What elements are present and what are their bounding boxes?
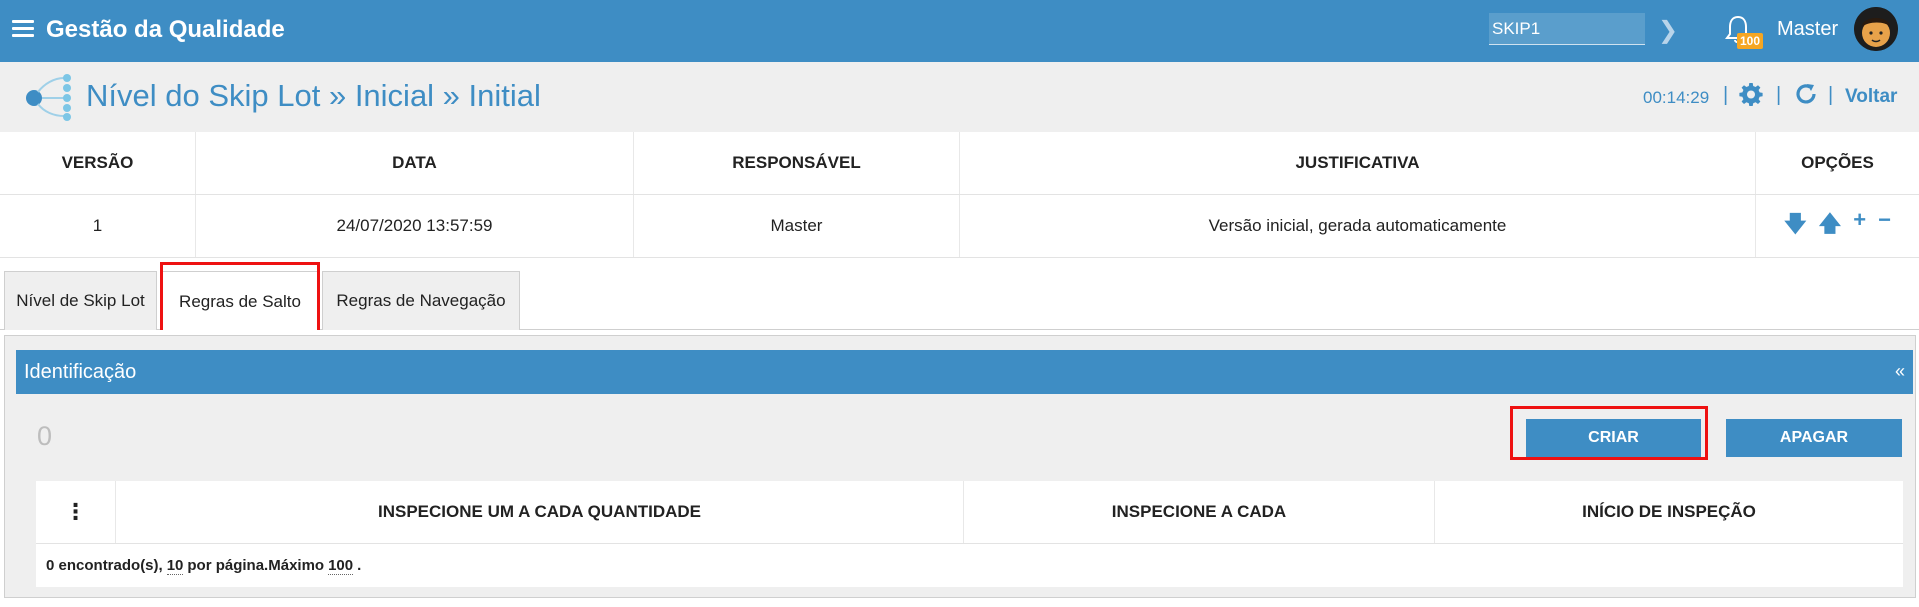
column-header[interactable]: INÍCIO DE INSPEÇÃO xyxy=(1435,481,1903,543)
column-header[interactable]: VERSÃO xyxy=(0,132,196,194)
column-header[interactable]: DATA xyxy=(196,132,634,194)
minus-icon[interactable]: − xyxy=(1878,207,1891,245)
app-title: Gestão da Qualidade xyxy=(46,16,285,43)
section-title: Identificação xyxy=(24,361,137,383)
per-page-label: por página.Máximo xyxy=(187,557,325,574)
arrow-up-icon[interactable]: 🡅 xyxy=(1819,207,1842,245)
responsible-cell: Master xyxy=(634,195,960,257)
found-count: 0 xyxy=(46,557,55,574)
highlight-box xyxy=(160,262,320,337)
skip-lot-logo-icon xyxy=(26,74,71,121)
found-label: encontrado(s), xyxy=(58,557,163,574)
delete-button[interactable]: APAGAR xyxy=(1726,419,1902,457)
refresh-icon[interactable] xyxy=(1794,82,1818,106)
column-header[interactable]: RESPONSÁVEL xyxy=(634,132,960,194)
divider: | xyxy=(1776,84,1782,106)
record-count: 0 xyxy=(37,421,53,451)
session-timer: 00:14:29 xyxy=(1643,88,1710,107)
tab-panel: Identificação « 0 CRIAR APAGAR ⋮ INSPECI… xyxy=(0,330,1919,607)
justification-cell: Versão inicial, gerada automaticamente xyxy=(960,195,1756,257)
highlight-box xyxy=(1510,406,1708,460)
kebab-menu-icon[interactable]: ⋮ xyxy=(36,481,116,543)
search-input[interactable] xyxy=(1489,13,1645,45)
page-header: Nível do Skip Lot » Inicial » Initial 00… xyxy=(0,62,1919,132)
panel-body: Identificação « 0 CRIAR APAGAR ⋮ INSPECI… xyxy=(4,335,1916,598)
arrow-down-icon[interactable]: 🡇 xyxy=(1784,207,1807,245)
menu-icon[interactable] xyxy=(12,20,34,38)
divider: | xyxy=(1723,84,1729,106)
table-header-row: VERSÃO DATA RESPONSÁVEL JUSTIFICATIVA OP… xyxy=(0,132,1919,195)
column-header[interactable]: INSPECIONE A CADA xyxy=(964,481,1435,543)
notification-badge: 100 xyxy=(1737,33,1764,49)
column-header[interactable]: INSPECIONE UM A CADA QUANTIDADE xyxy=(116,481,964,543)
version-cell: 1 xyxy=(0,195,196,257)
rules-table: ⋮ INSPECIONE UM A CADA QUANTIDADE INSPEC… xyxy=(36,481,1903,587)
tab-navigation-rules[interactable]: Regras de Navegação xyxy=(322,271,520,330)
collapse-icon[interactable]: « xyxy=(1895,361,1905,382)
section-header[interactable]: Identificação « xyxy=(16,350,1913,394)
version-table: VERSÃO DATA RESPONSÁVEL JUSTIFICATIVA OP… xyxy=(0,132,1919,258)
date-cell: 24/07/2020 13:57:59 xyxy=(196,195,634,257)
column-header: OPÇÕES xyxy=(1801,153,1874,172)
table-header-row: ⋮ INSPECIONE UM A CADA QUANTIDADE INSPEC… xyxy=(36,481,1903,544)
gear-icon[interactable] xyxy=(1739,82,1763,106)
per-page-select[interactable]: 10 xyxy=(166,557,184,575)
top-bar: Gestão da Qualidade ❯ 100 Master xyxy=(0,0,1919,62)
footer-end: . xyxy=(357,557,362,574)
avatar[interactable] xyxy=(1854,7,1898,51)
plus-icon[interactable]: + xyxy=(1853,207,1866,245)
max-select[interactable]: 100 xyxy=(328,557,354,575)
user-name[interactable]: Master xyxy=(1777,18,1838,41)
pagination-footer: 0 encontrado(s), 10 por página.Máximo 10… xyxy=(36,544,1903,587)
options-cell: 🡇 🡅 + − xyxy=(1756,195,1919,257)
tab-skip-lot-level[interactable]: Nível de Skip Lot xyxy=(4,271,157,330)
back-link[interactable]: Voltar xyxy=(1845,86,1897,108)
divider: | xyxy=(1828,84,1834,106)
column-header[interactable]: JUSTIFICATIVA xyxy=(960,132,1756,194)
table-row[interactable]: 1 24/07/2020 13:57:59 Master Versão inic… xyxy=(0,195,1919,258)
page-title: Nível do Skip Lot » Inicial » Initial xyxy=(86,78,541,113)
chevron-right-icon[interactable]: ❯ xyxy=(1658,16,1678,45)
